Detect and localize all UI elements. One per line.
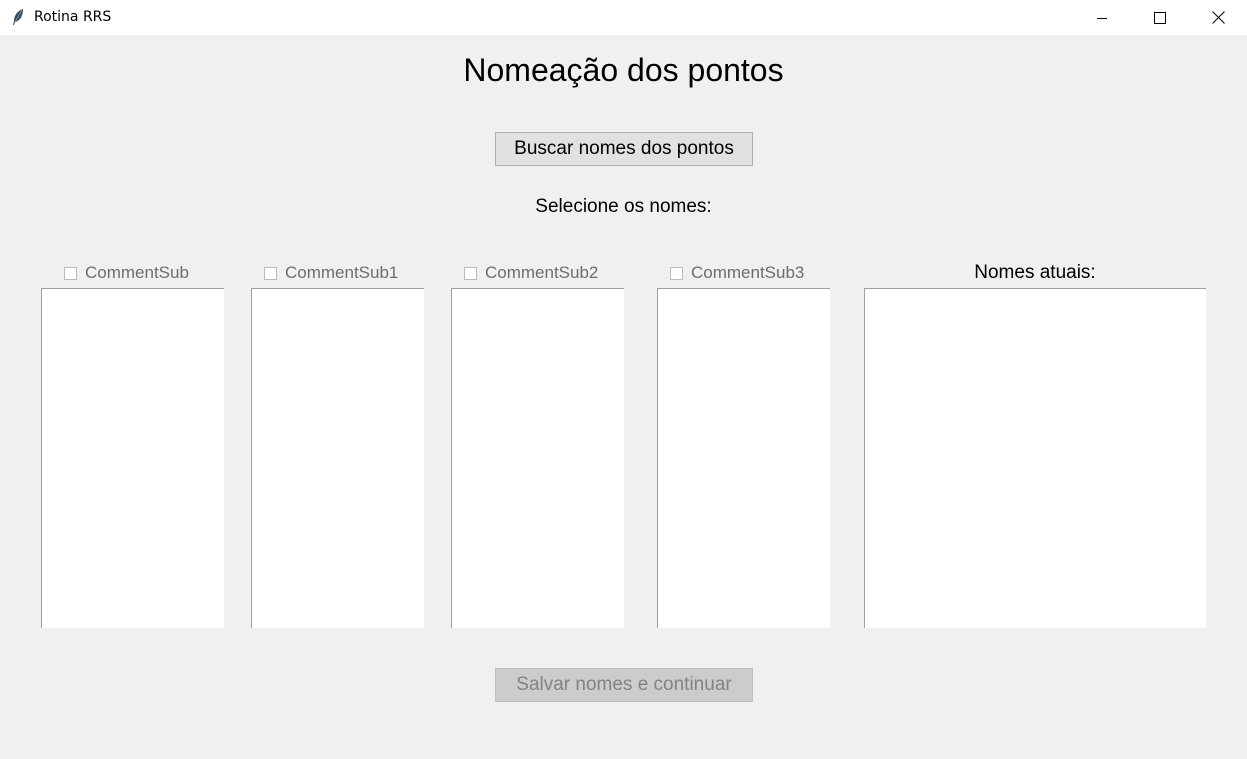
commentsub3-listbox[interactable] [657,288,830,628]
app-window: Rotina RRS Nomeação dos pontos Buscar no… [0,0,1247,759]
commentsub1-label: CommentSub1 [285,263,399,282]
title-bar[interactable]: Rotina RRS [0,0,1247,35]
maximize-button[interactable] [1131,0,1189,35]
commentsub-listbox[interactable] [41,288,224,628]
commentsub2-label: CommentSub2 [485,263,599,282]
commentsub3-label: CommentSub3 [691,263,805,282]
column-header-commentsub2[interactable]: CommentSub2 [464,262,598,284]
commentsub1-checkbox[interactable] [264,266,277,280]
commentsub-checkbox[interactable] [64,266,77,280]
page-title: Nomeação dos pontos [463,52,784,88]
fetch-names-button[interactable]: Buscar nomes dos pontos [495,132,753,166]
current-names-label: Nomes atuais: [974,262,1096,283]
maximize-icon [1154,11,1166,24]
close-icon [1211,11,1225,24]
select-names-label: Selecione os nomes: [535,196,712,217]
save-names-button[interactable]: Salvar nomes e continuar [495,668,753,702]
minimize-button[interactable] [1073,0,1131,35]
column-header-commentsub1[interactable]: CommentSub1 [264,262,398,284]
commentsub1-listbox[interactable] [251,288,424,628]
commentsub-label: CommentSub [85,263,189,282]
minimize-icon [1097,17,1107,19]
close-button[interactable] [1189,0,1247,35]
commentsub2-checkbox[interactable] [464,266,477,280]
window-title: Rotina RRS [34,9,112,25]
current-names-listbox[interactable] [864,288,1206,628]
commentsub2-listbox[interactable] [451,288,624,628]
feather-icon [13,9,23,25]
commentsub3-checkbox[interactable] [670,266,683,280]
column-header-commentsub[interactable]: CommentSub [64,262,189,284]
column-header-commentsub3[interactable]: CommentSub3 [670,262,804,284]
